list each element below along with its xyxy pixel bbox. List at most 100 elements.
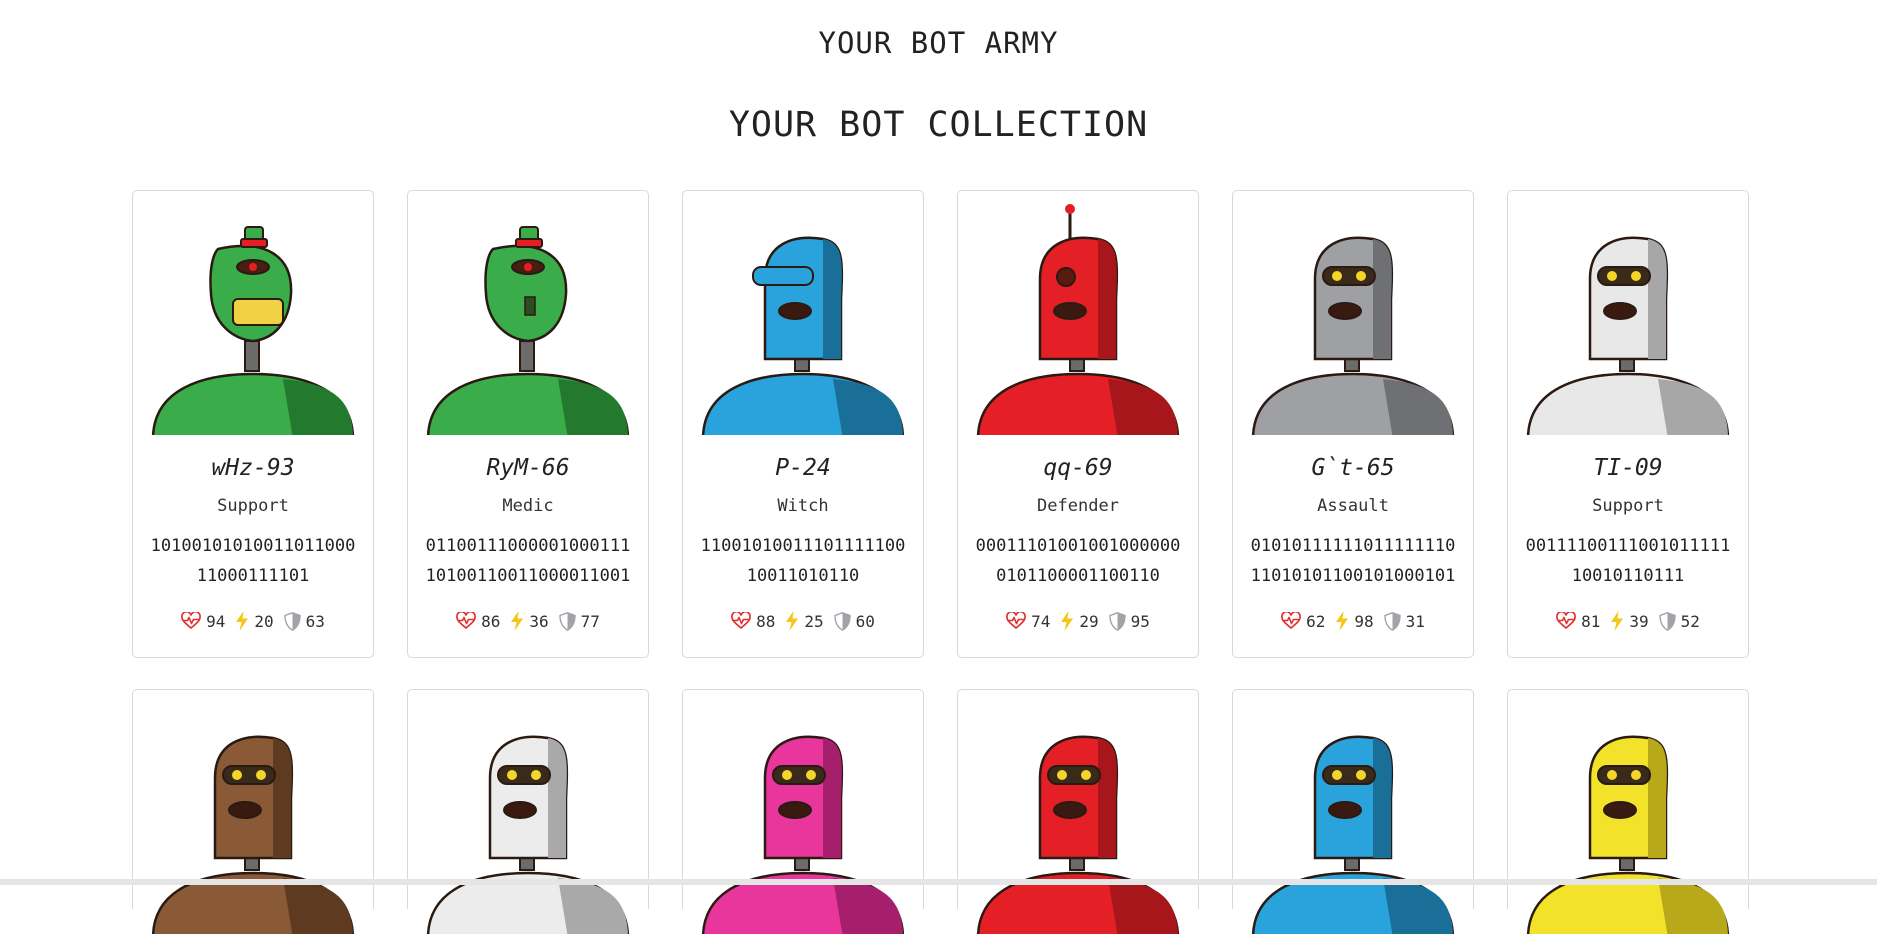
bot-card[interactable]: wHz-93 Support 1010010101001101100011000…: [132, 190, 374, 658]
heart-pulse-icon: [181, 612, 201, 630]
damage-value: 98: [1354, 611, 1374, 631]
bot-card[interactable]: P-24 Witch 11001010011101111100100110101…: [682, 190, 924, 658]
bot-name: RyM-66: [486, 455, 570, 481]
bot-avatar: [133, 199, 375, 435]
bot-card[interactable]: [132, 689, 374, 934]
bot-name: G`t-65: [1311, 455, 1395, 481]
lightning-icon: [1060, 611, 1074, 631]
armor-stat: 95: [1108, 611, 1150, 631]
bot-catchphrase: 0011110011100101111110010110111: [1525, 536, 1731, 586]
damage-stat: 25: [785, 611, 824, 631]
lightning-icon: [1335, 611, 1349, 631]
armor-value: 52: [1680, 611, 1700, 631]
bot-card[interactable]: [407, 689, 649, 934]
army-title: YOUR BOT ARMY: [818, 26, 1059, 60]
health-value: 81: [1581, 611, 1601, 631]
armor-stat: 60: [833, 611, 875, 631]
health-stat: 86: [456, 612, 500, 631]
bot-card[interactable]: [1232, 689, 1474, 934]
health-stat: 88: [731, 612, 775, 631]
bot-class: Defender: [1037, 496, 1119, 516]
bot-avatar: [958, 698, 1200, 934]
bot-name: TI-09: [1593, 455, 1663, 481]
bot-class: Support: [1592, 496, 1664, 516]
bot-name: qq-69: [1043, 455, 1113, 481]
bot-catchphrase: 0101011111101111111011010101100101000101: [1250, 536, 1456, 586]
bot-catchphrase: 1100101001110111110010011010110: [700, 536, 906, 586]
bot-class: Witch: [777, 496, 829, 516]
damage-stat: 98: [1335, 611, 1374, 631]
bot-stats: 94 20 63: [133, 611, 373, 631]
bot-card[interactable]: qq-69 Defender 0001110100100100000001011…: [957, 190, 1199, 658]
health-stat: 81: [1556, 612, 1600, 631]
health-value: 94: [206, 611, 226, 631]
damage-value: 29: [1079, 611, 1099, 631]
bot-class: Support: [217, 496, 289, 516]
armor-value: 95: [1130, 611, 1150, 631]
bot-class: Medic: [502, 496, 554, 516]
damage-stat: 29: [1060, 611, 1099, 631]
bot-card[interactable]: TI-09 Support 00111100111001011111100101…: [1507, 190, 1749, 658]
shield-icon: [1108, 611, 1126, 631]
lightning-icon: [785, 611, 799, 631]
bot-name: wHz-93: [211, 455, 295, 481]
armor-stat: 63: [283, 611, 325, 631]
shield-icon: [1383, 611, 1401, 631]
armor-stat: 31: [1383, 611, 1425, 631]
armor-stat: 52: [1658, 611, 1700, 631]
bot-avatar: [683, 698, 925, 934]
health-stat: 94: [181, 612, 225, 631]
damage-stat: 20: [235, 611, 274, 631]
bot-catchphrase: 1010010101001101100011000111101: [150, 536, 356, 586]
bot-card[interactable]: RyM-66 Medic 011001110000010001111010011…: [407, 190, 649, 658]
health-stat: 62: [1281, 612, 1325, 631]
bot-avatar: [1233, 199, 1475, 435]
health-stat: 74: [1006, 612, 1050, 631]
health-value: 74: [1031, 611, 1051, 631]
bot-card[interactable]: [1507, 689, 1749, 934]
armor-value: 77: [580, 611, 600, 631]
armor-value: 63: [305, 611, 325, 631]
bot-avatar: [1233, 698, 1475, 934]
bot-catchphrase: 000111010010010000000101100001100110: [975, 536, 1181, 586]
lightning-icon: [1610, 611, 1624, 631]
shield-icon: [1658, 611, 1676, 631]
bot-avatar: [1508, 199, 1750, 435]
bot-stats: 88 25 60: [683, 611, 923, 631]
heart-pulse-icon: [1006, 612, 1026, 630]
shield-icon: [833, 611, 851, 631]
damage-value: 36: [529, 611, 549, 631]
health-value: 86: [481, 611, 501, 631]
heart-pulse-icon: [1281, 612, 1301, 630]
damage-value: 25: [804, 611, 824, 631]
bot-catchphrase: 0110011100000100011110100110011000011001: [425, 536, 631, 586]
lightning-icon: [235, 611, 249, 631]
bot-card[interactable]: [682, 689, 924, 934]
bot-avatar: [408, 698, 650, 934]
damage-stat: 39: [1610, 611, 1649, 631]
armor-stat: 77: [558, 611, 600, 631]
bot-avatar: [683, 199, 925, 435]
damage-value: 39: [1629, 611, 1649, 631]
shield-icon: [558, 611, 576, 631]
health-value: 88: [756, 611, 776, 631]
heart-pulse-icon: [731, 612, 751, 630]
armor-value: 31: [1405, 611, 1425, 631]
bot-stats: 62 98 31: [1233, 611, 1473, 631]
bot-avatar: [408, 199, 650, 435]
horizontal-scrollbar[interactable]: [0, 879, 1877, 885]
collection-title: YOUR BOT COLLECTION: [728, 105, 1149, 145]
bot-avatar: [1508, 698, 1750, 934]
heart-pulse-icon: [1556, 612, 1576, 630]
bot-stats: 86 36 77: [408, 611, 648, 631]
damage-stat: 36: [510, 611, 549, 631]
shield-icon: [283, 611, 301, 631]
lightning-icon: [510, 611, 524, 631]
bot-avatar: [133, 698, 375, 934]
bot-card[interactable]: [957, 689, 1199, 934]
bot-avatar: [958, 199, 1200, 435]
damage-value: 20: [254, 611, 274, 631]
bot-class: Assault: [1317, 496, 1389, 516]
bot-stats: 81 39 52: [1508, 611, 1748, 631]
bot-card[interactable]: G`t-65 Assault 0101011111101111111011010…: [1232, 190, 1474, 658]
